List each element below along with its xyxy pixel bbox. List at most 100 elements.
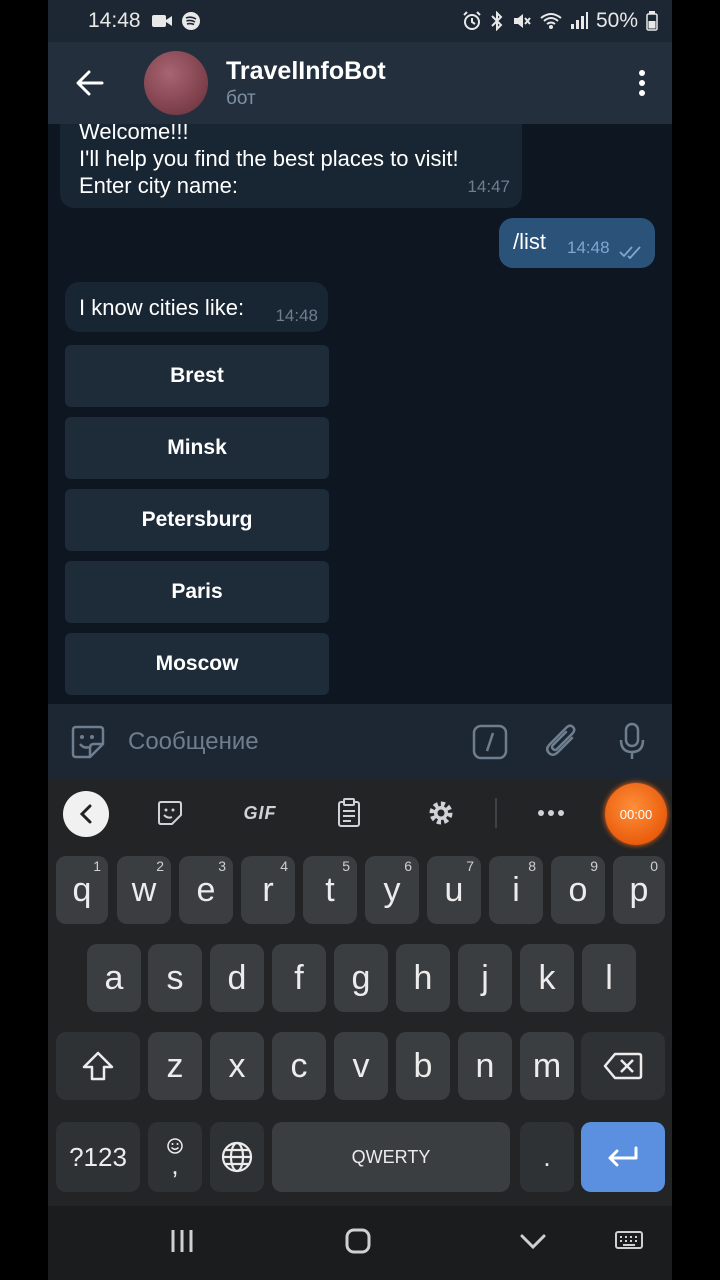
message-line: Welcome!!! (79, 124, 189, 144)
enter-key[interactable] (581, 1122, 665, 1192)
bot-commands-button[interactable] (472, 724, 508, 765)
keyboard-collapse-button[interactable] (63, 791, 109, 837)
key-d[interactable]: d (210, 944, 264, 1012)
key-number: 7 (466, 858, 474, 874)
bot-status: бот (226, 88, 256, 109)
recording-timer: 00:00 (619, 806, 653, 822)
message-time: 14:48 (275, 306, 318, 325)
attach-button[interactable] (544, 722, 580, 767)
key-b[interactable]: b (396, 1032, 450, 1100)
recording-timer-button[interactable]: 00:00 (605, 783, 667, 845)
key-g[interactable]: g (334, 944, 388, 1012)
chevron-down-icon (520, 1234, 546, 1250)
key-v[interactable]: v (334, 1032, 388, 1100)
key-u[interactable]: u7 (427, 856, 481, 924)
key-p[interactable]: p0 (613, 856, 665, 924)
key-label: t (325, 870, 335, 909)
key-a[interactable]: a (87, 944, 141, 1012)
home-button[interactable] (344, 1226, 372, 1261)
bot-avatar[interactable] (144, 51, 208, 115)
key-m[interactable]: m (520, 1032, 574, 1100)
key-number: 3 (218, 858, 226, 874)
home-icon (345, 1228, 371, 1254)
keyboard-switch-button[interactable] (614, 1226, 644, 1261)
key-number: 1 (93, 858, 101, 874)
recents-button[interactable] (170, 1226, 194, 1261)
keyboard-icon (615, 1231, 643, 1249)
key-j[interactable]: j (458, 944, 512, 1012)
city-button-brest[interactable]: Brest (65, 345, 329, 407)
key-number: 9 (590, 858, 598, 874)
language-key[interactable] (210, 1122, 264, 1192)
message-input-bar: Сообщение (48, 704, 672, 780)
key-t[interactable]: t5 (303, 856, 357, 924)
key-f[interactable]: f (272, 944, 326, 1012)
chevron-left-icon (79, 804, 92, 824)
chat-title-block[interactable]: TravelInfoBot бот (226, 56, 386, 110)
status-bar: 14:48 50% (48, 0, 672, 42)
bot-name: TravelInfoBot (226, 57, 386, 85)
keyboard-settings-button[interactable] (424, 791, 458, 835)
period-key[interactable]: . (520, 1122, 574, 1192)
key-c[interactable]: c (272, 1032, 326, 1100)
key-label: e (196, 870, 216, 909)
key-x[interactable]: x (210, 1032, 264, 1100)
city-button-moscow[interactable]: Moscow (65, 633, 329, 695)
message-time: 14:48 (567, 238, 610, 257)
key-number: 2 (156, 858, 164, 874)
double-check-icon (619, 246, 641, 259)
emoji-button[interactable] (48, 704, 128, 780)
key-label: i (512, 870, 520, 909)
key-r[interactable]: r4 (241, 856, 295, 924)
key-h[interactable]: h (396, 944, 450, 1012)
key-label: p (629, 870, 649, 909)
keyboard-toolbar: GIF 00:00 (48, 780, 672, 846)
key-label: w (131, 870, 157, 909)
city-button-minsk[interactable]: Minsk (65, 417, 329, 479)
back-button[interactable] (48, 42, 132, 124)
key-z[interactable]: z (148, 1032, 202, 1100)
mute-icon (513, 14, 531, 28)
chat-area[interactable]: Welcome!!! I'll help you find the best p… (48, 124, 672, 704)
comma-key[interactable]: , (148, 1122, 202, 1192)
back-nav-button[interactable] (518, 1226, 548, 1261)
message-text: I know cities like: (79, 295, 245, 320)
shift-icon (82, 1051, 114, 1081)
globe-icon (221, 1141, 253, 1173)
shift-key[interactable] (56, 1032, 140, 1100)
recents-icon (171, 1230, 193, 1252)
key-i[interactable]: i8 (489, 856, 543, 924)
clipboard-button[interactable] (334, 791, 364, 835)
key-s[interactable]: s (148, 944, 202, 1012)
symbols-key[interactable]: ?123 (56, 1122, 140, 1192)
message-input[interactable]: Сообщение (128, 728, 259, 756)
key-q[interactable]: q1 (56, 856, 108, 924)
key-o[interactable]: o9 (551, 856, 605, 924)
key-number: 0 (650, 858, 658, 874)
space-key[interactable]: QWERTY (272, 1122, 510, 1192)
key-l[interactable]: l (582, 944, 636, 1012)
city-button-paris[interactable]: Paris (65, 561, 329, 623)
more-options-button[interactable] (536, 791, 566, 835)
backspace-icon (603, 1052, 643, 1080)
gif-label: GIF (243, 802, 277, 823)
more-horizontal-icon (538, 810, 564, 816)
key-y[interactable]: y6 (365, 856, 419, 924)
more-menu-button[interactable] (612, 42, 672, 124)
key-e[interactable]: e3 (179, 856, 233, 924)
backspace-key[interactable] (581, 1032, 665, 1100)
incoming-message: I know cities like: 14:48 (65, 282, 328, 332)
key-label: y (383, 870, 401, 909)
key-number: 4 (280, 858, 288, 874)
key-k[interactable]: k (520, 944, 574, 1012)
keyboard-sticker-button[interactable] (152, 791, 188, 835)
key-n[interactable]: n (458, 1032, 512, 1100)
gif-button[interactable]: GIF (236, 791, 284, 835)
key-label: r (262, 870, 274, 909)
microphone-button[interactable] (618, 722, 646, 767)
key-w[interactable]: w2 (117, 856, 171, 924)
city-button-petersburg[interactable]: Petersburg (65, 489, 329, 551)
message-time: 14:47 (467, 177, 510, 196)
battery-percent: 50% (595, 9, 638, 32)
key-label: o (568, 870, 588, 909)
